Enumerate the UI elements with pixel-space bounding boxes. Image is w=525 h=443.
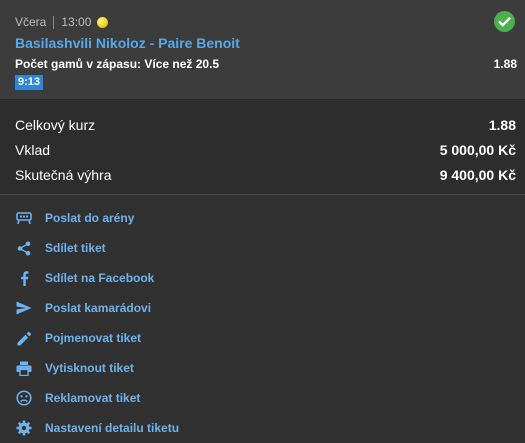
action-label: Poslat kamarádovi <box>45 301 152 315</box>
share-icon <box>15 239 33 257</box>
stake-label: Vklad <box>15 142 51 158</box>
arena-icon <box>15 209 33 227</box>
ticket-meta: Včera 13:00 <box>15 14 109 30</box>
share-facebook-button[interactable]: Sdílet na Facebook <box>0 263 525 293</box>
rename-ticket-button[interactable]: Pojmenovat tiket <box>0 323 525 353</box>
action-label: Pojmenovat tiket <box>45 331 142 345</box>
stake-value: 5 000,00 Kč <box>439 142 516 158</box>
share-ticket-button[interactable]: Sdílet tiket <box>0 233 525 263</box>
send-to-arena-button[interactable]: Poslat do arény <box>0 203 525 233</box>
win-label: Skutečná výhra <box>15 167 112 183</box>
ticket-time: 13:00 <box>61 15 92 29</box>
total-odds-label: Celkový kurz <box>15 117 96 133</box>
total-odds-row: Celkový kurz 1.88 <box>15 117 516 133</box>
tennis-ball-icon <box>97 16 109 28</box>
printer-icon <box>15 359 33 377</box>
stake-row: Vklad 5 000,00 Kč <box>15 142 516 158</box>
ticket-header: Včera 13:00 Basilashvili Nikoloz - Paire… <box>0 0 525 100</box>
ticket-summary: Celkový kurz 1.88 Vklad 5 000,00 Kč Skut… <box>0 101 525 195</box>
sad-face-icon <box>15 389 33 407</box>
action-label: Sdílet na Facebook <box>45 271 155 285</box>
total-odds-value: 1.88 <box>488 117 516 133</box>
action-label: Nastavení detailu tiketu <box>45 421 180 435</box>
score-badge: 9:13 <box>15 75 44 90</box>
bet-line: Počet gamů v zápasu: Více než 20.5 1.88 <box>15 57 517 71</box>
facebook-icon <box>15 269 33 287</box>
ticket-day: Včera <box>15 15 47 29</box>
pencil-icon <box>15 329 33 347</box>
ticket-actions: Poslat do arény Sdílet tiket Sdílet na F… <box>0 196 525 443</box>
send-to-friend-button[interactable]: Poslat kamarádovi <box>0 293 525 323</box>
meta-divider <box>53 15 55 29</box>
win-value: 9 400,00 Kč <box>439 167 516 183</box>
gear-icon <box>15 419 33 437</box>
action-label: Poslat do arény <box>45 211 135 225</box>
action-label: Sdílet tiket <box>45 241 106 255</box>
win-row: Skutečná výhra 9 400,00 Kč <box>15 167 516 183</box>
send-icon <box>15 299 33 317</box>
action-label: Reklamovat tiket <box>45 391 141 405</box>
action-label: Vytisknout tiket <box>45 361 134 375</box>
match-title[interactable]: Basilashvili Nikoloz - Paire Benoit <box>15 35 240 51</box>
check-icon <box>494 11 515 32</box>
complain-ticket-button[interactable]: Reklamovat tiket <box>0 383 525 413</box>
print-ticket-button[interactable]: Vytisknout tiket <box>0 353 525 383</box>
ticket-detail-settings-button[interactable]: Nastavení detailu tiketu <box>0 413 525 443</box>
bet-label: Počet gamů v zápasu: Více než 20.5 <box>15 57 220 71</box>
bet-odds: 1.88 <box>493 57 517 71</box>
